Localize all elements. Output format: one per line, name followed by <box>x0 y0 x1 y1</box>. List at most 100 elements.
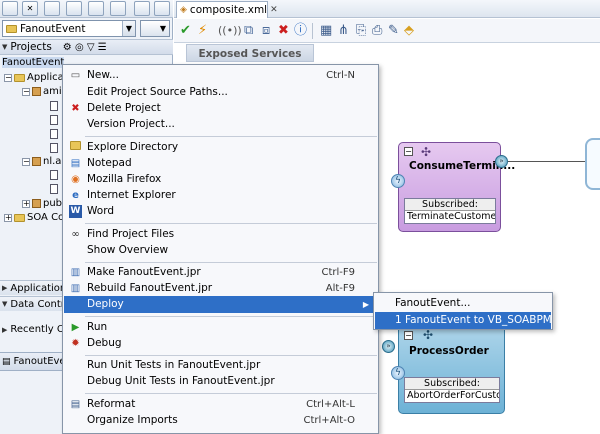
tree-file-2[interactable] <box>50 115 58 125</box>
menu-item-reformat[interactable]: ▤ Reformat Ctrl+Alt-L <box>64 396 377 413</box>
menu-item-label: Debug <box>87 337 122 349</box>
expand-icon[interactable]: + <box>22 199 30 208</box>
component-consume-terminate[interactable]: − ✣ ConsumeTermin... Subscribed: Termina… <box>398 142 515 232</box>
tree-file-6[interactable] <box>50 184 58 194</box>
tree-file-1[interactable] <box>50 101 58 111</box>
collapse-icon[interactable]: − <box>22 87 30 96</box>
wire-icon[interactable]: ⧈ <box>262 23 270 39</box>
menu-item-label: Reformat <box>87 398 136 410</box>
menu-item-run[interactable]: ▶ Run <box>64 319 377 336</box>
expand-icon[interactable]: + <box>4 213 12 222</box>
menu-item-run-unit-tests[interactable]: Run Unit Tests in FanoutEvent.jpr <box>64 357 377 374</box>
copy-icon[interactable]: ⎘ <box>356 23 366 39</box>
reference-port-icon[interactable]: » <box>495 155 508 168</box>
delete-icon[interactable]: ✖ <box>278 23 289 39</box>
menu-item-rebuild[interactable]: ▥ Rebuild FanoutEvent.jpr Alt-F9 <box>64 280 377 297</box>
external-component[interactable] <box>585 138 600 190</box>
submenu-item-deploy-profile[interactable]: 1 FanoutEvent to VB_SOABPM <box>375 312 552 329</box>
close-icon[interactable]: ✕ <box>270 5 278 15</box>
projects-label: Projects <box>10 41 52 53</box>
menu-item-show-overview[interactable]: Show Overview <box>64 242 377 259</box>
menu-item-label: Edit Project Source Paths... <box>87 86 228 98</box>
folder-icon <box>14 213 25 222</box>
tree-node-ami[interactable]: − ami <box>22 86 62 97</box>
tree-node-nl[interactable]: − nl.a <box>22 156 61 167</box>
menu-item-accelerator: Alt-F9 <box>325 283 355 294</box>
navigator-tab-6-icon[interactable] <box>134 1 150 16</box>
navigator-tab-5-icon[interactable] <box>110 1 126 16</box>
navigator-tab-2-icon[interactable] <box>44 1 60 16</box>
mediator-icon: ✣ <box>421 145 432 159</box>
menu-item-label: Mozilla Firefox <box>87 173 162 185</box>
notepad-icon: ▤ <box>70 158 81 169</box>
tree-file-5[interactable] <box>50 170 58 180</box>
submenu-item-new-deployment[interactable]: FanoutEvent... <box>375 295 551 312</box>
collapse-icon[interactable]: − <box>4 73 12 82</box>
navigator-tab-3-icon[interactable] <box>66 1 82 16</box>
menu-separator <box>85 355 377 356</box>
application-menu-button[interactable]: ▼ <box>140 20 170 37</box>
file-icon <box>50 184 58 194</box>
event-bolt-icon[interactable]: ϟ <box>391 366 405 380</box>
navigator-tab-4-icon[interactable] <box>88 1 104 16</box>
collapse-icon[interactable]: − <box>22 157 30 166</box>
menu-item-delete-project[interactable]: ✖ Delete Project <box>64 100 377 117</box>
service-port-icon[interactable]: » <box>382 340 395 353</box>
menu-item-find-project-files[interactable]: ∞ Find Project Files <box>64 226 377 243</box>
menu-item-firefox[interactable]: ◉ Mozilla Firefox <box>64 171 377 188</box>
layout-icon[interactable]: ▦ <box>320 23 332 39</box>
tree-node-pub[interactable]: + pub <box>22 198 62 209</box>
component-process-order[interactable]: − ✣ ProcessOrder Subscribed: AbortOrderF… <box>398 324 505 414</box>
menu-item-deploy[interactable]: Deploy ▶ <box>64 296 377 313</box>
menu-item-internet-explorer[interactable]: e Internet Explorer <box>64 187 377 204</box>
expand-icon[interactable]: ▼ <box>2 300 7 308</box>
menu-item-make[interactable]: ▥ Make FanoutEvent.jpr Ctrl-F9 <box>64 264 377 281</box>
validate-icon[interactable]: ✔ <box>180 23 191 39</box>
tree-file-3[interactable] <box>50 129 58 139</box>
deploy-submenu: FanoutEvent... 1 FanoutEvent to VB_SOABP… <box>373 292 553 330</box>
tree-node-project[interactable]: FanoutEvent <box>2 57 65 68</box>
tab-label: composite.xml <box>189 4 268 16</box>
menu-item-organize-imports[interactable]: Organize Imports Ctrl+Alt-O <box>64 412 377 429</box>
collapse-icon[interactable]: ▼ <box>2 43 7 51</box>
expand-icon[interactable]: ▶ <box>2 284 7 292</box>
component-title: ProcessOrder <box>409 345 489 357</box>
collapse-icon[interactable]: − <box>404 331 413 340</box>
chevron-down-icon[interactable]: ▼ <box>122 21 135 36</box>
lightning-icon[interactable]: ⚡ <box>198 23 207 39</box>
close-icon[interactable]: ✕ <box>22 1 38 16</box>
signal-icon[interactable]: ((•)) <box>218 23 242 39</box>
info-icon[interactable]: ⓘ <box>294 23 307 39</box>
arrange-icon[interactable]: ⬘ <box>404 23 414 39</box>
application-icon <box>6 24 17 33</box>
print-icon[interactable]: ⎙ <box>372 23 382 39</box>
event-bolt-icon[interactable]: ϟ <box>391 174 405 188</box>
tab-composite-xml[interactable]: ◈ composite.xml ✕ <box>176 1 278 18</box>
component-icon[interactable]: ⧉ <box>244 23 253 39</box>
menu-item-version-project[interactable]: Version Project... <box>64 116 377 133</box>
project-toolbar-icons[interactable]: ⚙ ◎ ▽ ☰ <box>63 42 107 53</box>
projects-panel-header[interactable]: ▼ Projects ⚙ ◎ ▽ ☰ <box>0 39 173 55</box>
menu-separator <box>85 262 377 263</box>
navigator-tab-1-icon[interactable] <box>2 1 18 16</box>
collapse-icon[interactable]: − <box>404 147 413 156</box>
application-selector[interactable]: FanoutEvent ▼ <box>2 20 136 37</box>
menu-item-accelerator: Ctrl-F9 <box>321 267 355 278</box>
firefox-icon: ◉ <box>71 174 80 185</box>
menu-item-notepad[interactable]: ▤ Notepad <box>64 155 377 172</box>
expand-icon[interactable]: ▶ <box>2 326 7 334</box>
tree-node-soa[interactable]: + SOA Co <box>4 212 64 223</box>
menu-item-debug[interactable]: ✹ Debug <box>64 335 377 352</box>
menu-item-new[interactable]: ▭ New... Ctrl-N <box>64 67 377 84</box>
tree-node-applications[interactable]: − Applicati <box>4 72 70 83</box>
navigator-tab-7-icon[interactable] <box>154 1 170 16</box>
menu-item-word[interactable]: W Word <box>64 203 377 220</box>
tree-icon[interactable]: ⋔ <box>338 23 349 39</box>
menu-item-debug-unit-tests[interactable]: Debug Unit Tests in FanoutEvent.jpr <box>64 373 377 390</box>
menu-item-edit-source-paths[interactable]: Edit Project Source Paths... <box>64 84 377 101</box>
edit-icon[interactable]: ✎ <box>388 23 399 39</box>
menu-item-label: Deploy <box>87 298 124 310</box>
tree-node-label: SOA Co <box>27 212 65 223</box>
tree-file-4[interactable] <box>50 143 58 153</box>
menu-item-explore-directory[interactable]: Explore Directory <box>64 139 377 156</box>
